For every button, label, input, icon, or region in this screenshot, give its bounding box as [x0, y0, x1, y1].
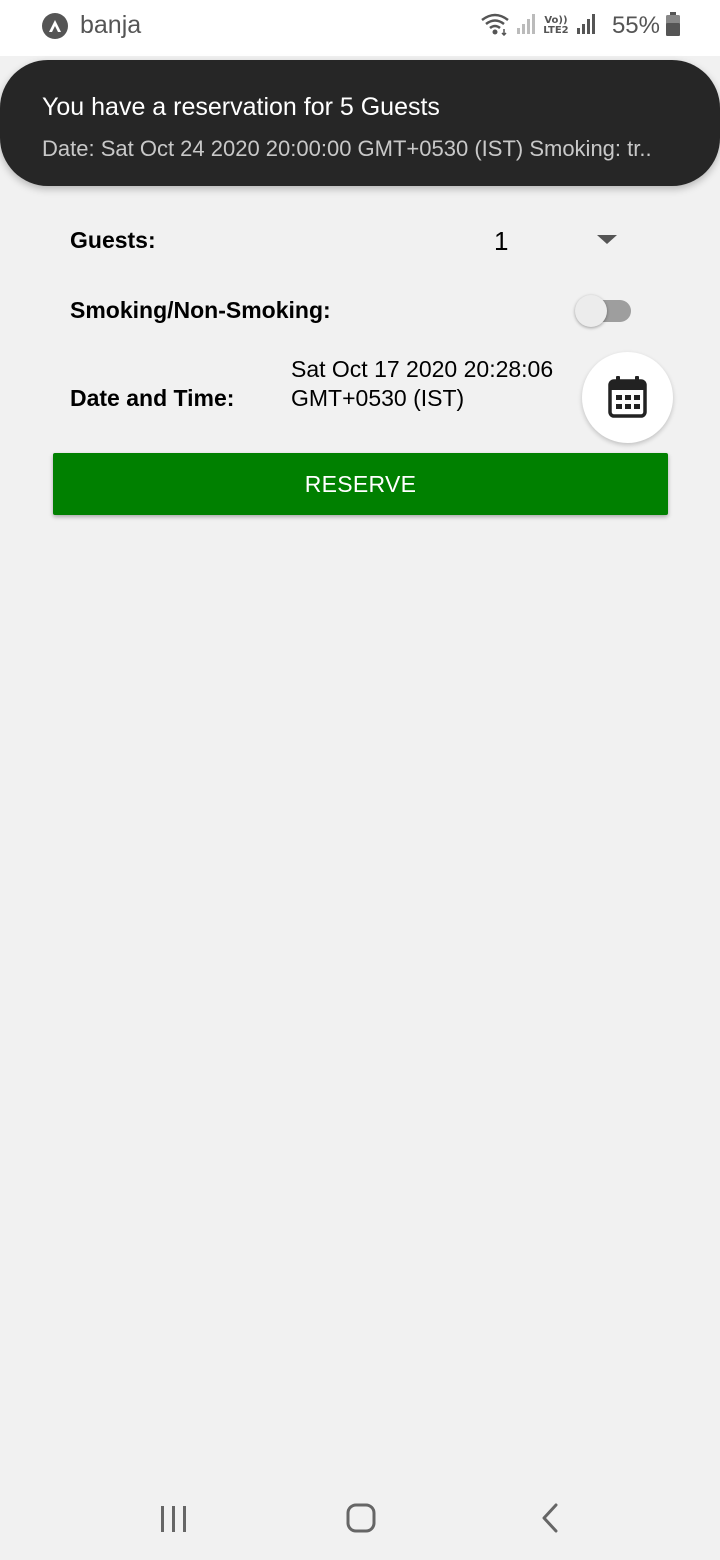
signal-icon — [576, 13, 596, 40]
status-indicators: Vo)) LTE2 55% — [480, 10, 680, 42]
network-type-label: Vo)) LTE2 — [543, 15, 569, 36]
smoking-toggle[interactable] — [573, 294, 633, 328]
guests-value: 1 — [494, 226, 509, 256]
signal-icon — [516, 13, 536, 40]
wifi-icon — [480, 12, 510, 41]
calendar-button[interactable] — [582, 352, 673, 443]
smoking-label: Smoking/Non-Smoking: — [70, 297, 331, 323]
system-nav-bar — [0, 1480, 720, 1560]
calendar-icon — [608, 376, 647, 418]
recents-icon[interactable] — [158, 1504, 190, 1539]
toggle-thumb — [575, 295, 607, 327]
home-icon[interactable] — [345, 1502, 377, 1539]
battery-percentage: 55% — [611, 12, 660, 39]
status-bar: banja Vo)) LTE2 55% — [0, 0, 720, 56]
reserve-button[interactable]: RESERVE — [53, 453, 668, 515]
guests-label: Guests: — [70, 227, 156, 253]
app-logo-icon — [42, 13, 68, 39]
date-time-label: Date and Time: — [70, 385, 235, 411]
caret-down-icon — [597, 235, 617, 244]
back-icon[interactable] — [538, 1502, 562, 1539]
notification-body: Date: Sat Oct 24 2020 20:00:00 GMT+0530 … — [42, 136, 652, 161]
status-app-name: banja — [80, 11, 142, 39]
reservation-notification[interactable]: You have a reservation for 5 Guests Date… — [0, 60, 720, 186]
date-time-value: Sat Oct 17 2020 20:28:06 GMT+0530 (IST) — [291, 356, 554, 411]
notification-title: You have a reservation for 5 Guests — [42, 93, 440, 121]
battery-icon — [666, 11, 680, 41]
